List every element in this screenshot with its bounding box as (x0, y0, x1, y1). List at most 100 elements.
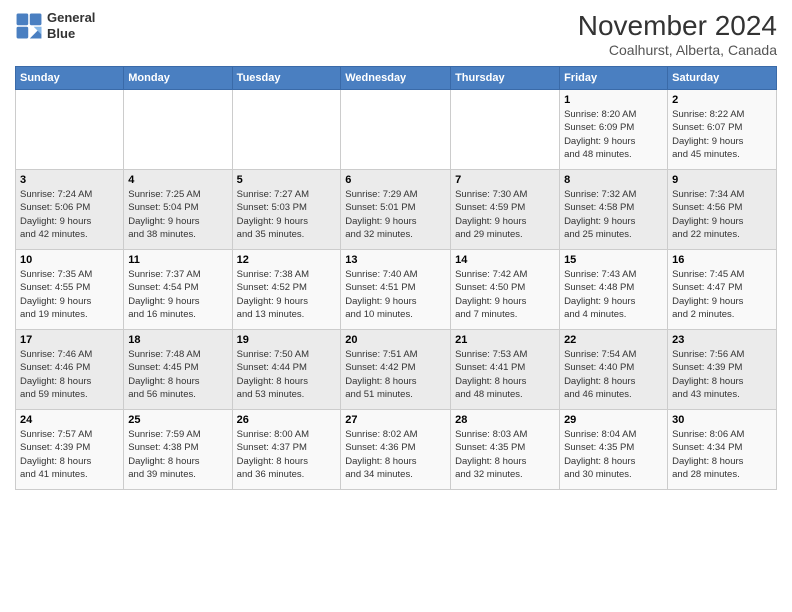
calendar-cell: 11 Sunrise: 7:37 AM Sunset: 4:54 PM Dayli… (124, 250, 232, 330)
calendar-cell (341, 90, 451, 170)
day-number: 13 (345, 254, 446, 266)
day-info: Sunrise: 7:53 AM Sunset: 4:41 PM Dayligh… (455, 348, 555, 401)
calendar-cell: 26 Sunrise: 8:00 AM Sunset: 4:37 PM Dayli… (232, 410, 341, 490)
calendar-body: 1 Sunrise: 8:20 AM Sunset: 6:09 PM Daylig… (16, 90, 777, 490)
day-number: 22 (564, 334, 663, 346)
col-saturday: Saturday (668, 67, 777, 90)
calendar-cell: 5Sunrise: 7:27 AM Sunset: 5:03 PM Daylig… (232, 170, 341, 250)
calendar-cell (16, 90, 124, 170)
day-number: 17 (20, 334, 119, 346)
calendar-cell: 23 Sunrise: 7:56 AM Sunset: 4:39 PM Dayli… (668, 330, 777, 410)
title-area: November 2024 Coalhurst, Alberta, Canada (578, 10, 777, 58)
day-info: Sunrise: 7:42 AM Sunset: 4:50 PM Dayligh… (455, 268, 555, 321)
day-info: Sunrise: 8:04 AM Sunset: 4:35 PM Dayligh… (564, 428, 663, 481)
day-info: Sunrise: 7:59 AM Sunset: 4:38 PM Dayligh… (128, 428, 227, 481)
day-info: Sunrise: 8:20 AM Sunset: 6:09 PM Dayligh… (564, 108, 663, 161)
calendar-cell: 28Sunrise: 8:03 AM Sunset: 4:35 PM Dayli… (451, 410, 560, 490)
day-info: Sunrise: 7:37 AM Sunset: 4:54 PM Dayligh… (128, 268, 227, 321)
col-monday: Monday (124, 67, 232, 90)
day-number: 12 (237, 254, 337, 266)
day-number: 6 (345, 174, 446, 186)
calendar-cell: 30 Sunrise: 8:06 AM Sunset: 4:34 PM Dayli… (668, 410, 777, 490)
day-info: Sunrise: 7:45 AM Sunset: 4:47 PM Dayligh… (672, 268, 772, 321)
day-number: 10 (20, 254, 119, 266)
day-info: Sunrise: 7:51 AM Sunset: 4:42 PM Dayligh… (345, 348, 446, 401)
calendar-cell: 24Sunrise: 7:57 AM Sunset: 4:39 PM Dayli… (16, 410, 124, 490)
calendar-week-4: 24Sunrise: 7:57 AM Sunset: 4:39 PM Dayli… (16, 410, 777, 490)
page: General Blue November 2024 Coalhurst, Al… (0, 0, 792, 612)
day-number: 27 (345, 414, 446, 426)
day-info: Sunrise: 7:30 AM Sunset: 4:59 PM Dayligh… (455, 188, 555, 241)
day-number: 29 (564, 414, 663, 426)
day-info: Sunrise: 8:22 AM Sunset: 6:07 PM Dayligh… (672, 108, 772, 161)
calendar-cell: 1 Sunrise: 8:20 AM Sunset: 6:09 PM Daylig… (560, 90, 668, 170)
calendar-cell: 14Sunrise: 7:42 AM Sunset: 4:50 PM Dayli… (451, 250, 560, 330)
day-info: Sunrise: 7:56 AM Sunset: 4:39 PM Dayligh… (672, 348, 772, 401)
col-thursday: Thursday (451, 67, 560, 90)
calendar-cell (124, 90, 232, 170)
calendar-cell: 27 Sunrise: 8:02 AM Sunset: 4:36 PM Dayli… (341, 410, 451, 490)
day-number: 15 (564, 254, 663, 266)
day-info: Sunrise: 7:24 AM Sunset: 5:06 PM Dayligh… (20, 188, 119, 241)
calendar-table: Sunday Monday Tuesday Wednesday Thursday… (15, 66, 777, 490)
logo-icon (15, 12, 43, 40)
day-info: Sunrise: 8:06 AM Sunset: 4:34 PM Dayligh… (672, 428, 772, 481)
calendar-cell: 22 Sunrise: 7:54 AM Sunset: 4:40 PM Dayli… (560, 330, 668, 410)
day-number: 21 (455, 334, 555, 346)
calendar-cell: 12Sunrise: 7:38 AM Sunset: 4:52 PM Dayli… (232, 250, 341, 330)
calendar-cell (451, 90, 560, 170)
day-number: 16 (672, 254, 772, 266)
calendar-week-0: 1 Sunrise: 8:20 AM Sunset: 6:09 PM Daylig… (16, 90, 777, 170)
calendar-week-1: 3Sunrise: 7:24 AM Sunset: 5:06 PM Daylig… (16, 170, 777, 250)
day-info: Sunrise: 7:46 AM Sunset: 4:46 PM Dayligh… (20, 348, 119, 401)
day-number: 11 (128, 254, 227, 266)
logo-text: General Blue (47, 10, 95, 41)
day-number: 9 (672, 174, 772, 186)
day-number: 24 (20, 414, 119, 426)
calendar-cell: 29 Sunrise: 8:04 AM Sunset: 4:35 PM Dayli… (560, 410, 668, 490)
day-number: 7 (455, 174, 555, 186)
calendar-cell: 21 Sunrise: 7:53 AM Sunset: 4:41 PM Dayli… (451, 330, 560, 410)
logo-line1: General (47, 10, 95, 26)
day-number: 23 (672, 334, 772, 346)
calendar-header: Sunday Monday Tuesday Wednesday Thursday… (16, 67, 777, 90)
calendar-cell: 13 Sunrise: 7:40 AM Sunset: 4:51 PM Dayli… (341, 250, 451, 330)
day-info: Sunrise: 8:02 AM Sunset: 4:36 PM Dayligh… (345, 428, 446, 481)
day-info: Sunrise: 7:32 AM Sunset: 4:58 PM Dayligh… (564, 188, 663, 241)
day-info: Sunrise: 7:35 AM Sunset: 4:55 PM Dayligh… (20, 268, 119, 321)
header: General Blue November 2024 Coalhurst, Al… (15, 10, 777, 58)
day-info: Sunrise: 7:43 AM Sunset: 4:48 PM Dayligh… (564, 268, 663, 321)
month-title: November 2024 (578, 10, 777, 42)
day-number: 19 (237, 334, 337, 346)
calendar-cell: 18Sunrise: 7:48 AM Sunset: 4:45 PM Dayli… (124, 330, 232, 410)
calendar-cell: 10 Sunrise: 7:35 AM Sunset: 4:55 PM Dayli… (16, 250, 124, 330)
day-info: Sunrise: 7:40 AM Sunset: 4:51 PM Dayligh… (345, 268, 446, 321)
calendar-cell: 9 Sunrise: 7:34 AM Sunset: 4:56 PM Daylig… (668, 170, 777, 250)
calendar-cell: 3Sunrise: 7:24 AM Sunset: 5:06 PM Daylig… (16, 170, 124, 250)
col-wednesday: Wednesday (341, 67, 451, 90)
calendar-cell: 15 Sunrise: 7:43 AM Sunset: 4:48 PM Dayli… (560, 250, 668, 330)
day-number: 26 (237, 414, 337, 426)
calendar-cell: 8 Sunrise: 7:32 AM Sunset: 4:58 PM Daylig… (560, 170, 668, 250)
logo: General Blue (15, 10, 95, 41)
day-number: 8 (564, 174, 663, 186)
day-number: 1 (564, 94, 663, 106)
col-tuesday: Tuesday (232, 67, 341, 90)
day-number: 18 (128, 334, 227, 346)
calendar-cell: 7 Sunrise: 7:30 AM Sunset: 4:59 PM Daylig… (451, 170, 560, 250)
calendar-cell: 17 Sunrise: 7:46 AM Sunset: 4:46 PM Dayli… (16, 330, 124, 410)
day-number: 30 (672, 414, 772, 426)
calendar-cell: 20 Sunrise: 7:51 AM Sunset: 4:42 PM Dayli… (341, 330, 451, 410)
header-row: Sunday Monday Tuesday Wednesday Thursday… (16, 67, 777, 90)
day-info: Sunrise: 8:00 AM Sunset: 4:37 PM Dayligh… (237, 428, 337, 481)
day-info: Sunrise: 7:54 AM Sunset: 4:40 PM Dayligh… (564, 348, 663, 401)
day-number: 5 (237, 174, 337, 186)
calendar-cell: 19Sunrise: 7:50 AM Sunset: 4:44 PM Dayli… (232, 330, 341, 410)
calendar-cell: 2Sunrise: 8:22 AM Sunset: 6:07 PM Daylig… (668, 90, 777, 170)
logo-line2: Blue (47, 26, 95, 42)
day-info: Sunrise: 7:34 AM Sunset: 4:56 PM Dayligh… (672, 188, 772, 241)
day-number: 20 (345, 334, 446, 346)
col-friday: Friday (560, 67, 668, 90)
day-number: 25 (128, 414, 227, 426)
calendar-cell: 4Sunrise: 7:25 AM Sunset: 5:04 PM Daylig… (124, 170, 232, 250)
